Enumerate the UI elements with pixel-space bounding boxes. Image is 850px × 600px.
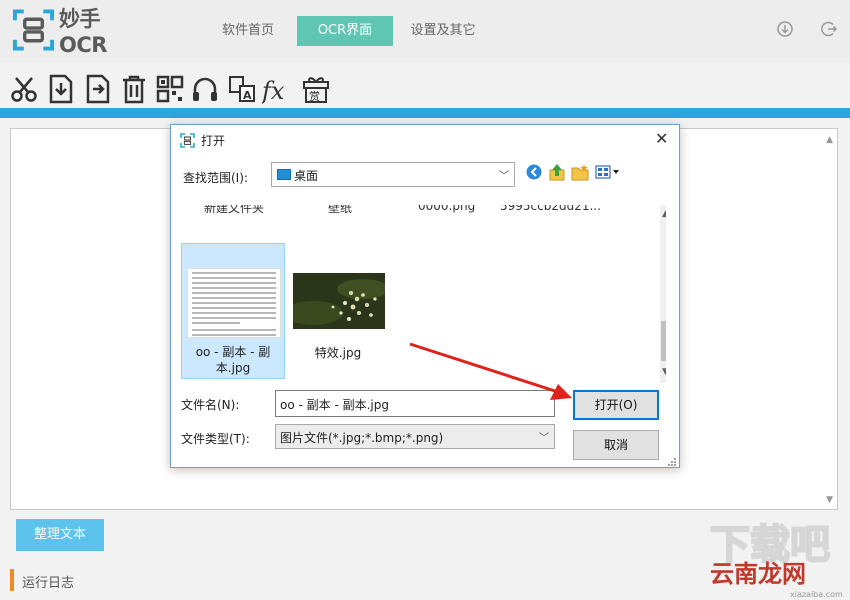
filetype-select[interactable]: 图片文件(*.jpg;*.bmp;*.png) ﹀ [275, 424, 555, 449]
open-button[interactable]: 打开(O) [573, 390, 659, 420]
watermark: 下载吧 云南龙网 xiazaiba.com [706, 510, 850, 600]
scroll-up-icon[interactable]: ▲ [826, 135, 833, 145]
tidy-text-button[interactable]: 整理文本 [16, 519, 104, 551]
export-file-icon[interactable] [84, 74, 112, 104]
filetype-value: 图片文件(*.jpg;*.bmp;*.png) [280, 431, 444, 445]
desktop-icon [277, 169, 291, 180]
toolbar: A fx 赏 [0, 62, 850, 108]
qrcode-icon[interactable] [156, 74, 184, 104]
look-in-value: 桌面 [294, 169, 319, 183]
scroll-down-icon[interactable]: ▼ [826, 495, 833, 505]
svg-text:fx: fx [262, 77, 285, 104]
scroll-up-icon[interactable]: ▲ [662, 209, 666, 219]
file-name-cut[interactable]: 新建文件夹 [204, 205, 264, 216]
cancel-button[interactable]: 取消 [573, 430, 659, 460]
close-icon[interactable]: ✕ [655, 129, 668, 148]
flowers-image-icon [293, 273, 385, 329]
watermark-text: 云南龙网 [710, 560, 806, 588]
chevron-down-icon: ﹀ [539, 433, 549, 444]
scan-logo-icon [12, 9, 55, 51]
chevron-down-icon: ﹀ [499, 171, 509, 182]
app-logo: 妙手OCR [12, 7, 146, 57]
view-menu-icon[interactable] [595, 163, 621, 181]
log-accent-bar [10, 569, 14, 591]
document-thumbnail [187, 268, 281, 338]
up-folder-icon[interactable] [548, 163, 566, 181]
look-in-label: 查找范围(I): [183, 171, 248, 185]
file-name-cut[interactable]: 0000.png [418, 205, 475, 213]
nav-tab-ocr[interactable]: OCR界面 [297, 16, 393, 46]
svg-text:A: A [243, 89, 252, 102]
resize-grip-icon[interactable] [665, 457, 677, 467]
file-name: 特效.jpg [314, 346, 362, 360]
trash-icon[interactable] [120, 74, 148, 104]
file-name-cut[interactable]: 5995ccb2dd21... [500, 205, 601, 213]
file-item-selected[interactable]: oo - 副本 - 副本.jpg [181, 243, 285, 379]
svg-text:赏: 赏 [309, 90, 320, 103]
scissors-icon[interactable] [10, 74, 38, 104]
run-log-label: 运行日志 [22, 576, 75, 591]
scroll-down-icon[interactable]: ▼ [662, 367, 666, 377]
open-file-dialog: 打开 ✕ 查找范围(I): 桌面 ﹀ 新建文件夹 壁纸 0000.png 599… [170, 124, 680, 468]
new-folder-icon[interactable] [571, 163, 589, 181]
back-icon[interactable] [525, 163, 543, 181]
dialog-title: 打开 [201, 134, 226, 148]
download-icon[interactable] [776, 20, 794, 38]
dialog-titlebar[interactable]: 打开 ✕ [171, 125, 679, 155]
file-list-scrollbar[interactable]: ▲ ▼ [660, 205, 666, 383]
formula-icon[interactable]: fx [262, 74, 294, 104]
accent-divider [0, 108, 850, 118]
file-name: oo - 副本 - 副本.jpg [195, 345, 271, 375]
app-logo-text: 妙手OCR [59, 7, 107, 57]
dialog-app-icon [180, 133, 195, 148]
filetype-label: 文件类型(T): [181, 432, 250, 446]
headphones-icon[interactable] [191, 74, 219, 104]
exit-icon[interactable] [820, 20, 838, 38]
import-file-icon[interactable] [47, 74, 75, 104]
nav-tab-settings[interactable]: 设置及其它 [400, 16, 486, 46]
nav-tab-home[interactable]: 软件首页 [206, 16, 290, 46]
scrollbar-thumb[interactable] [661, 321, 666, 361]
app-header: 妙手OCR 软件首页 OCR界面 设置及其它 [0, 0, 850, 62]
photo-thumbnail [293, 273, 385, 329]
gift-reward-icon[interactable]: 赏 [302, 74, 330, 104]
file-item[interactable]: 特效.jpg [286, 243, 390, 379]
annotation-arrow-icon [409, 342, 572, 400]
file-name-cut[interactable]: 壁纸 [328, 205, 352, 216]
watermark-sub: xiazaiba.com [790, 590, 843, 599]
look-in-select[interactable]: 桌面 ﹀ [271, 162, 515, 187]
translate-icon[interactable]: A [228, 74, 256, 104]
filename-label: 文件名(N): [181, 398, 240, 412]
